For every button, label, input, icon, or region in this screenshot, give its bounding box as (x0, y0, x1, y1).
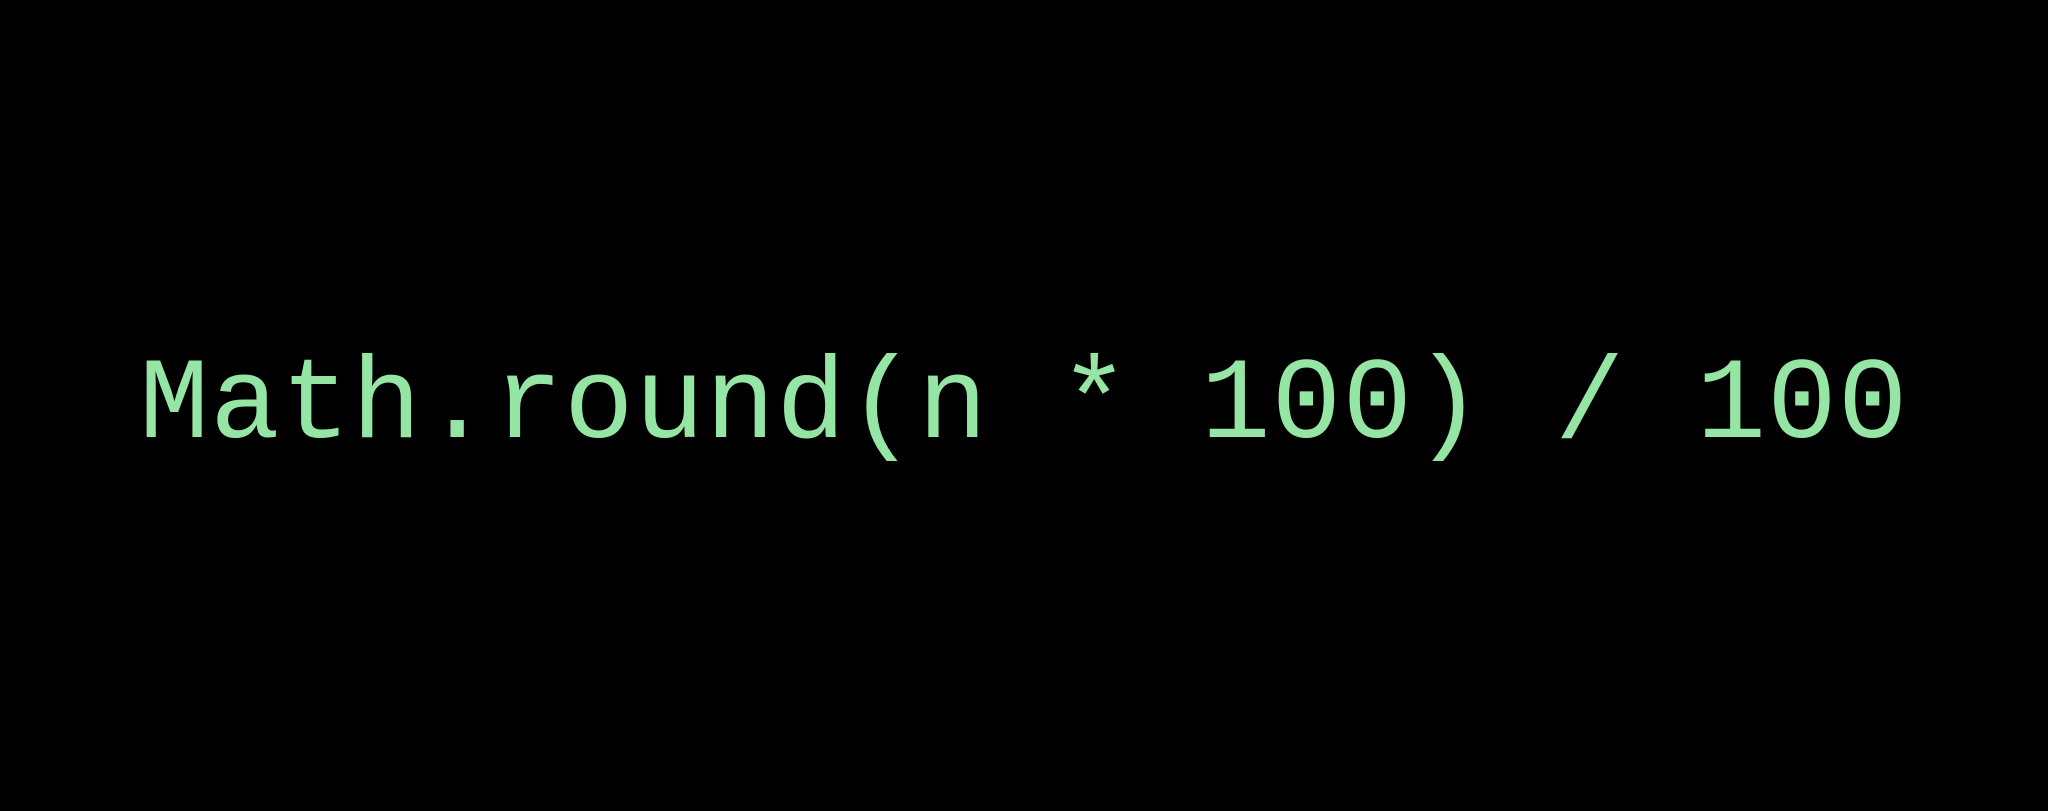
code-expression: Math.round(n * 100) / 100 (139, 340, 1908, 472)
code-display-container: Math.round(n * 100) / 100 (0, 0, 2048, 811)
